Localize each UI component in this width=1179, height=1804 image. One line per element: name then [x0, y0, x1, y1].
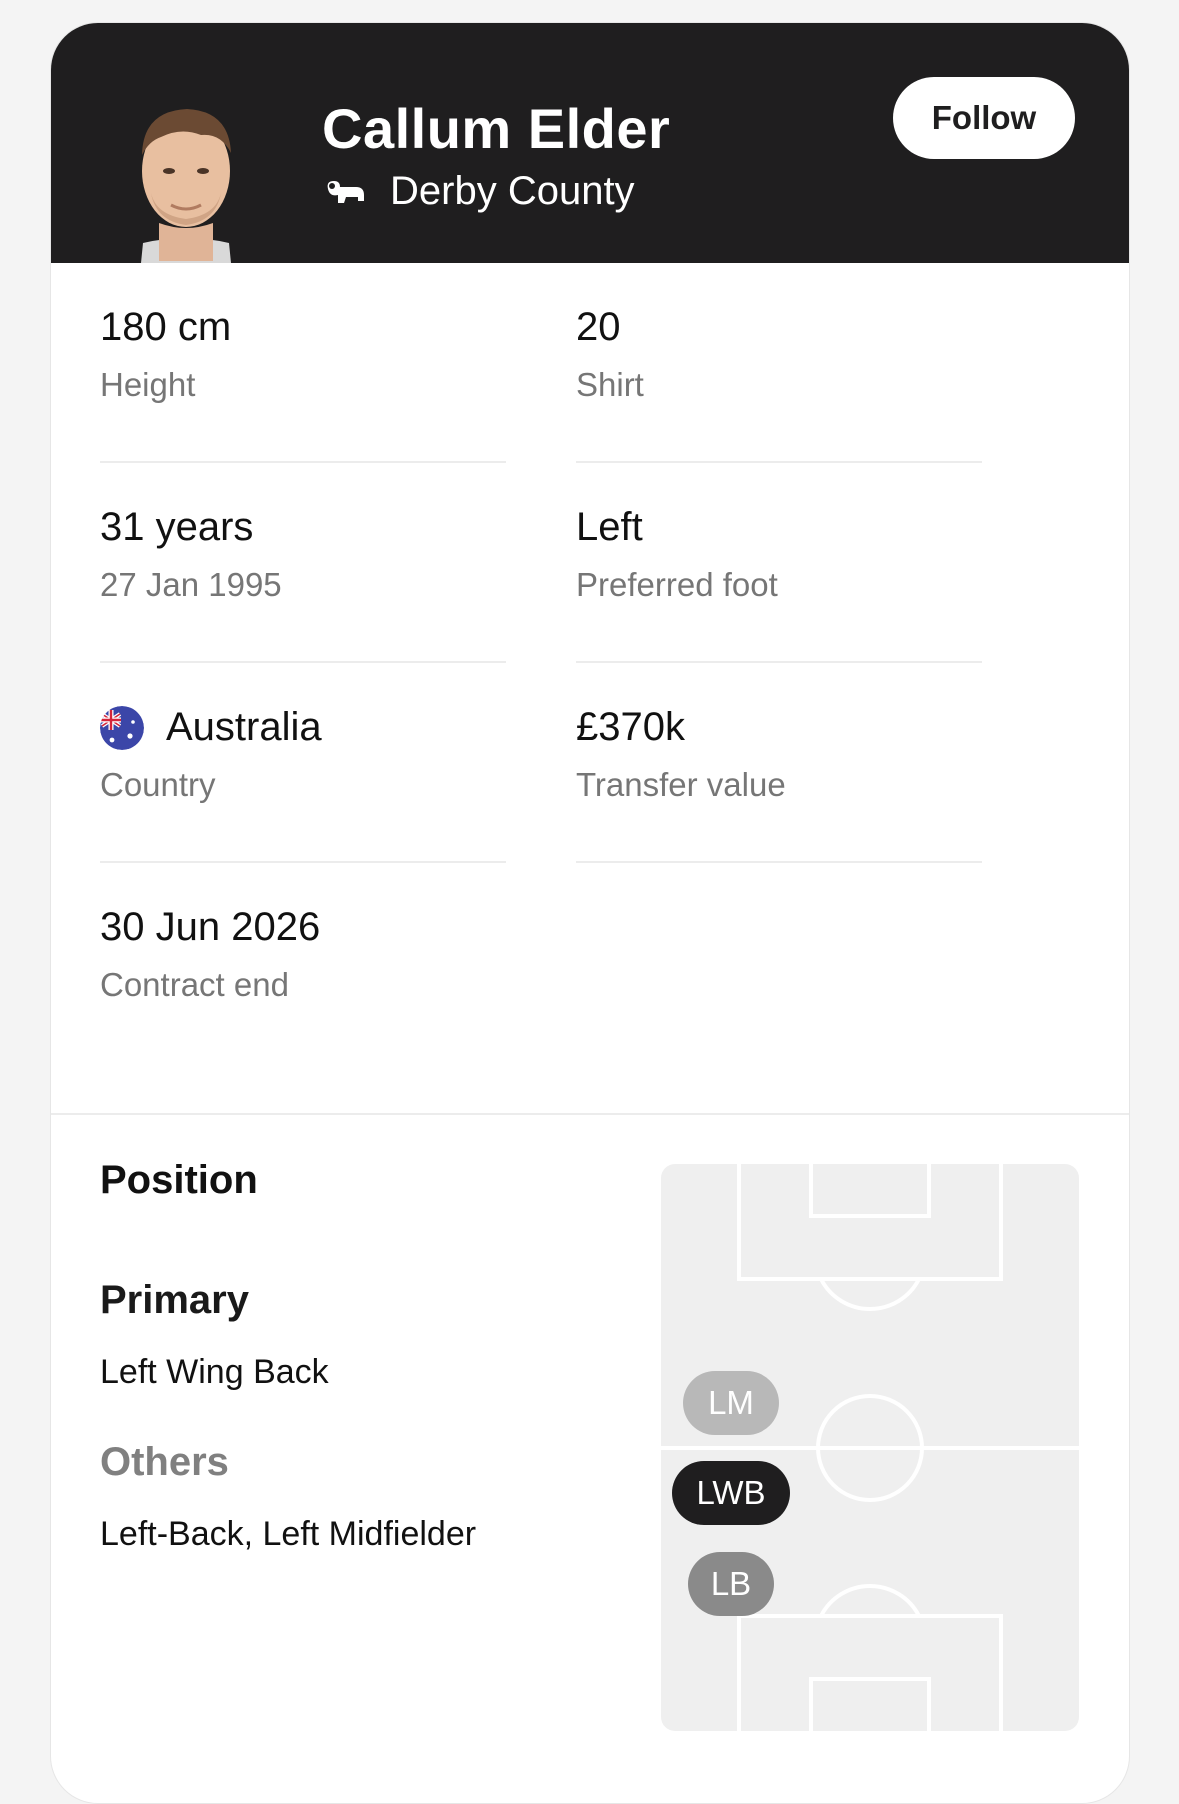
primary-title: Primary — [100, 1278, 249, 1322]
transfer-stat: £370k Transfer value — [576, 705, 786, 804]
divider — [100, 661, 506, 663]
foot-label: Preferred foot — [576, 566, 778, 603]
height-stat: 180 cm Height — [100, 305, 231, 404]
player-header: Callum Elder Derby County Follow — [51, 23, 1129, 263]
position-pill-lwb: LWB — [672, 1461, 790, 1525]
position-pill-lb: LB — [688, 1552, 774, 1616]
divider — [576, 661, 982, 663]
age-stat: 31 years 27 Jan 1995 — [100, 505, 282, 604]
shirt-value: 20 — [576, 305, 621, 349]
foot-value: Left — [576, 505, 643, 549]
divider — [100, 461, 506, 463]
contract-value: 30 Jun 2026 — [100, 905, 321, 949]
foot-stat: Left Preferred foot — [576, 505, 778, 604]
country-stat[interactable]: Australia Country — [100, 705, 322, 804]
pitch-lines — [661, 1164, 1079, 1731]
divider — [576, 461, 982, 463]
player-card: Callum Elder Derby County Follow 180 cm … — [50, 22, 1130, 1804]
birth-date: 27 Jan 1995 — [100, 566, 282, 603]
pitch-diagram: LM LWB LB — [661, 1164, 1079, 1731]
australia-flag-icon — [100, 705, 144, 750]
player-name: Callum Elder — [322, 97, 671, 160]
position-title: Position — [100, 1158, 258, 1202]
contract-stat: 30 Jun 2026 Contract end — [100, 905, 320, 1004]
section-divider — [51, 1113, 1129, 1115]
height-label: Height — [100, 366, 196, 403]
team-link[interactable]: Derby County — [322, 165, 635, 217]
age-value: 31 years — [100, 505, 254, 549]
country-value: Australia — [166, 705, 322, 749]
others-title: Others — [100, 1440, 229, 1484]
divider — [576, 861, 982, 863]
transfer-value: £370k — [576, 705, 685, 749]
contract-label: Contract end — [100, 966, 289, 1003]
other-positions: Left-Back, Left Midfielder — [100, 1515, 477, 1553]
follow-button[interactable]: Follow — [893, 77, 1075, 159]
position-pill-lm: LM — [683, 1371, 779, 1435]
divider — [100, 861, 506, 863]
height-value: 180 cm — [100, 305, 232, 349]
shirt-stat: 20 Shirt — [576, 305, 644, 404]
team-name: Derby County — [390, 168, 635, 213]
derby-ram-crest-icon — [327, 181, 364, 203]
transfer-label: Transfer value — [576, 766, 786, 803]
player-photo — [141, 109, 231, 263]
shirt-label: Shirt — [576, 366, 644, 403]
primary-position: Left Wing Back — [100, 1353, 329, 1391]
country-label: Country — [100, 766, 216, 803]
